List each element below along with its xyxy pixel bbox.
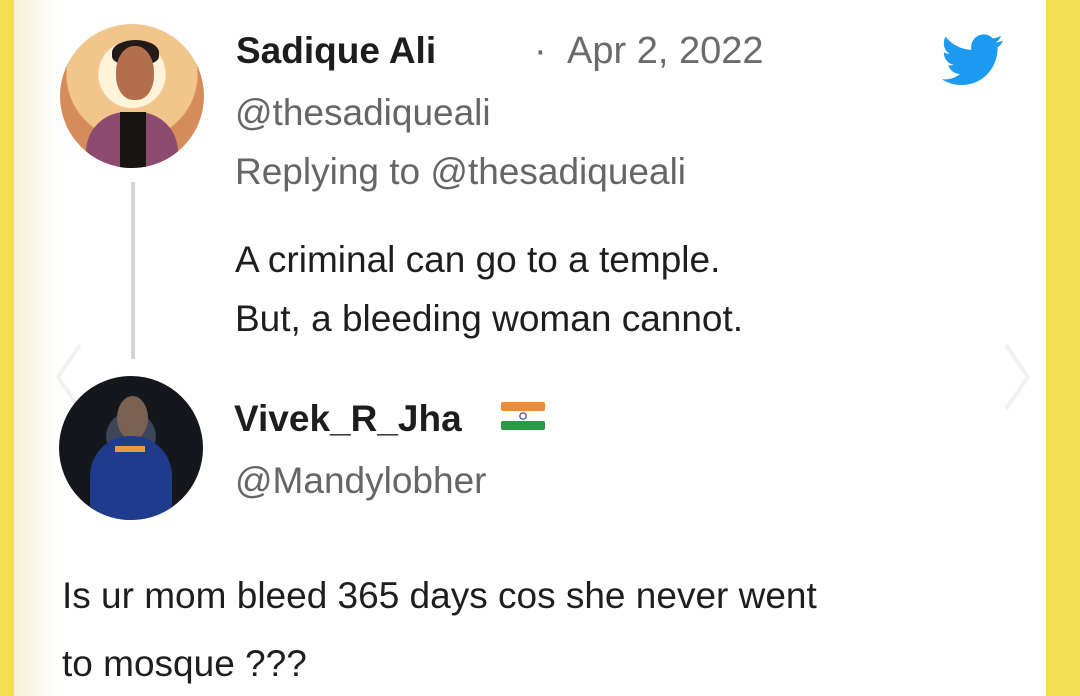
tweet1-line-1: A criminal can go to a temple.	[235, 239, 721, 280]
avatar-head	[116, 46, 154, 100]
sadique-avatar[interactable]	[60, 24, 204, 168]
avatar-inner-shirt	[120, 112, 146, 168]
replying-to-label[interactable]: Replying to @thesadiqueali	[235, 151, 686, 193]
tweet-screenshot-card: Sadique Ali · Apr 2, 2022 @thesadiqueali…	[14, 0, 1046, 696]
tweet2-author-name[interactable]: Vivek_R_Jha	[234, 398, 462, 440]
date-separator: ·	[534, 30, 547, 72]
avatar-jersey	[90, 436, 172, 520]
twitter-bird-icon[interactable]	[942, 34, 1004, 86]
tweet1-handle[interactable]: @thesadiqueali	[235, 92, 491, 134]
tweet2-line-1: Is ur mom bleed 365 days cos she never w…	[62, 575, 817, 616]
tweet2-line-2: to mosque ???	[62, 643, 307, 684]
tweet2-text: Is ur mom bleed 365 days cos she never w…	[62, 562, 992, 696]
vivek-avatar[interactable]	[59, 376, 203, 520]
tweet1-text: A criminal can go to a temple. But, a bl…	[235, 230, 935, 348]
reply-thread-line	[131, 182, 135, 359]
tweet1-date[interactable]: Apr 2, 2022	[567, 30, 763, 73]
tweet2-handle[interactable]: @Mandylobher	[235, 460, 486, 502]
chevron-right-icon[interactable]	[996, 337, 1036, 417]
avatar-head	[117, 396, 148, 440]
tweet1-author-name[interactable]: Sadique Ali	[236, 30, 436, 72]
tweet1-line-2: But, a bleeding woman cannot.	[235, 298, 744, 339]
india-flag-icon	[501, 402, 545, 430]
